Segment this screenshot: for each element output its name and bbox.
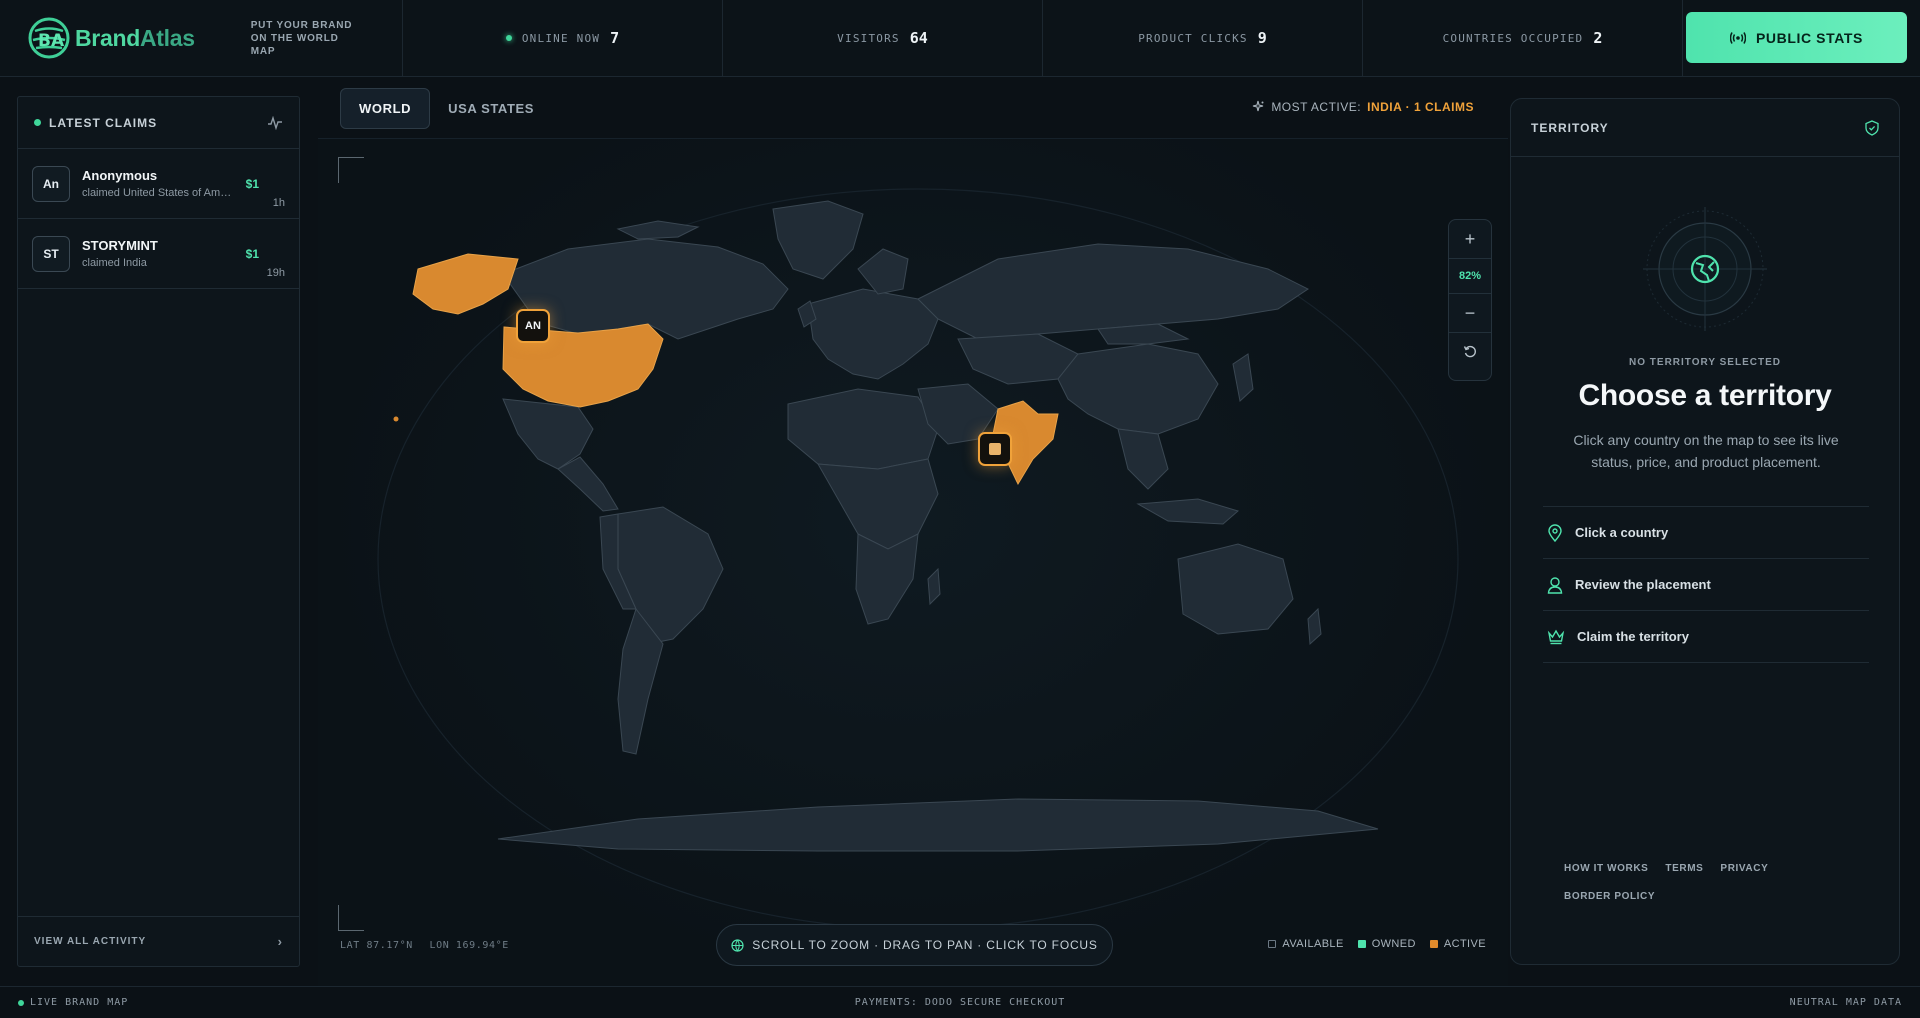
country-scandinavia[interactable] [857, 248, 909, 295]
zoom-out-button[interactable]: − [1449, 294, 1491, 332]
country-africa-north[interactable] [787, 388, 939, 470]
world-map[interactable] [318, 139, 1508, 986]
country-alaska-active[interactable] [412, 253, 519, 315]
globe-logo-icon: BA [28, 17, 70, 59]
country-greenland[interactable] [772, 200, 864, 280]
footer-right: NEUTRAL MAP DATA [1789, 997, 1902, 1008]
latest-claims-panel: LATEST CLAIMS An Anonymous claimed Unite… [17, 96, 300, 967]
map-legend: AVAILABLE OWNED ACTIVE [1254, 938, 1486, 950]
link-privacy[interactable]: PRIVACY [1720, 855, 1768, 883]
territory-header: TERRITORY [1511, 99, 1899, 157]
legend-owned: OWNED [1357, 938, 1416, 950]
territory-kicker: NO TERRITORY SELECTED [1629, 357, 1781, 368]
frame-corner [338, 905, 364, 931]
chevron-right-icon: › [277, 934, 283, 949]
country-europe[interactable] [807, 288, 939, 380]
globe-icon [731, 938, 744, 952]
reset-icon [1463, 345, 1476, 358]
cursor-coordinates: LAT 87.17°N LON 169.94°E [340, 940, 509, 951]
map-marker-usa[interactable]: AN [516, 309, 550, 343]
stat-countries-occupied: COUNTRIES OCCUPIED 2 [1363, 0, 1683, 76]
view-all-activity-link[interactable]: VIEW ALL ACTIVITY › [18, 916, 299, 966]
country-madagascar[interactable] [927, 567, 941, 606]
country-china[interactable] [1057, 343, 1219, 435]
frame-corner [338, 157, 364, 183]
map-pin-icon [1548, 523, 1562, 542]
tab-usa-states[interactable]: USA STATES [430, 88, 552, 129]
map-marker-india[interactable] [978, 432, 1012, 466]
activity-pulse-icon [268, 115, 282, 130]
claim-item[interactable]: An Anonymous claimed United States of Am… [18, 149, 299, 219]
country-russia[interactable] [917, 243, 1309, 340]
claim-item[interactable]: ST STORYMINT claimed India $1 19h [18, 219, 299, 289]
claim-subtitle: claimed India [82, 257, 147, 269]
avatar: An [32, 165, 70, 202]
live-dot-icon [18, 999, 24, 1006]
legend-available: AVAILABLE [1268, 938, 1343, 950]
territory-heading: Choose a territory [1578, 379, 1832, 412]
crown-icon [1547, 629, 1565, 644]
zoom-level: 82% [1449, 258, 1491, 294]
legend-active: ACTIVE [1429, 938, 1486, 950]
reset-view-button[interactable] [1449, 333, 1491, 371]
country-australia[interactable] [1177, 543, 1294, 635]
tagline: PUT YOUR BRAND ON THE WORLD MAP [250, 19, 353, 57]
most-active-indicator: MOST ACTIVE: INDIA · 1 CLAIMS [1251, 100, 1474, 114]
user-pin-icon [1547, 576, 1563, 594]
country-indonesia[interactable] [1136, 498, 1240, 525]
link-how-it-works[interactable]: HOW IT WORKS [1564, 855, 1648, 883]
map-tabs: WORLD USA STATES [340, 88, 552, 129]
footer-left: LIVE BRAND MAP [30, 997, 129, 1008]
status-footer: LIVE BRAND MAP PAYMENTS: DODO SECURE CHE… [0, 986, 1920, 1018]
live-dot-icon [505, 35, 512, 41]
country-antarctica[interactable] [497, 798, 1379, 852]
footer-center: PAYMENTS: DODO SECURE CHECKOUT [854, 997, 1066, 1008]
territory-description: Click any country on the map to see its … [1573, 432, 1839, 470]
top-header: BA BrandAtlas PUT YOUR BRAND ON THE WORL… [0, 0, 1920, 77]
claim-time: 19h [266, 267, 285, 279]
broadcast-icon [1729, 31, 1746, 44]
territory-target-icon [1643, 207, 1767, 331]
stat-product-clicks: PRODUCT CLICKS 9 [1043, 0, 1363, 76]
territory-steps: Click a country Review the placement Cla… [1543, 506, 1869, 663]
claim-price: $1 [245, 177, 259, 191]
public-stats-button[interactable]: PUBLIC STATS [1686, 12, 1907, 63]
map-hint: SCROLL TO ZOOM · DRAG TO PAN · CLICK TO … [716, 924, 1113, 966]
country-africa-central[interactable] [817, 458, 939, 550]
link-terms[interactable]: TERMS [1665, 855, 1703, 883]
footer-links: HOW IT WORKS TERMS PRIVACY BORDER POLICY [1564, 855, 1804, 911]
country-central-america[interactable] [557, 456, 619, 512]
latest-claims-header: LATEST CLAIMS [18, 97, 299, 149]
brand-block[interactable]: BA BrandAtlas PUT YOUR BRAND ON THE WORL… [0, 0, 403, 76]
sparkle-icon [1253, 100, 1264, 112]
tab-world[interactable]: WORLD [340, 88, 431, 129]
country-southeast-asia[interactable] [1117, 428, 1169, 490]
claim-time: 1h [272, 197, 285, 209]
shield-check-icon [1865, 119, 1879, 136]
country-new-zealand[interactable] [1307, 607, 1322, 646]
link-border-policy[interactable]: BORDER POLICY [1564, 883, 1655, 911]
country-japan[interactable] [1232, 353, 1254, 402]
live-dot-icon [34, 119, 41, 126]
world-map-canvas[interactable]: AN + 82% − [318, 138, 1508, 986]
country-arctic-islands[interactable] [616, 220, 700, 240]
map-area: WORLD USA STATES MOST ACTIVE: INDIA · 1 … [318, 78, 1508, 986]
step-claim-territory: Claim the territory [1543, 611, 1869, 663]
stat-online-now: ONLINE NOW 7 [403, 0, 723, 76]
zoom-in-button[interactable]: + [1449, 220, 1491, 258]
claim-price: $1 [245, 247, 259, 261]
avatar: ST [32, 235, 70, 272]
claim-subtitle: claimed United States of America [82, 187, 237, 199]
step-review-placement: Review the placement [1543, 559, 1869, 611]
svg-text:BA: BA [38, 31, 65, 51]
territory-panel: TERRITORY NO TERRITORY SELECTED Choose a… [1510, 98, 1900, 965]
step-click-country: Click a country [1543, 507, 1869, 559]
brand-name: BrandAtlas [75, 24, 195, 51]
zoom-controls: + 82% − [1448, 219, 1492, 381]
brand-logo-icon [989, 443, 1001, 455]
stat-visitors: VISITORS 64 [723, 0, 1043, 76]
